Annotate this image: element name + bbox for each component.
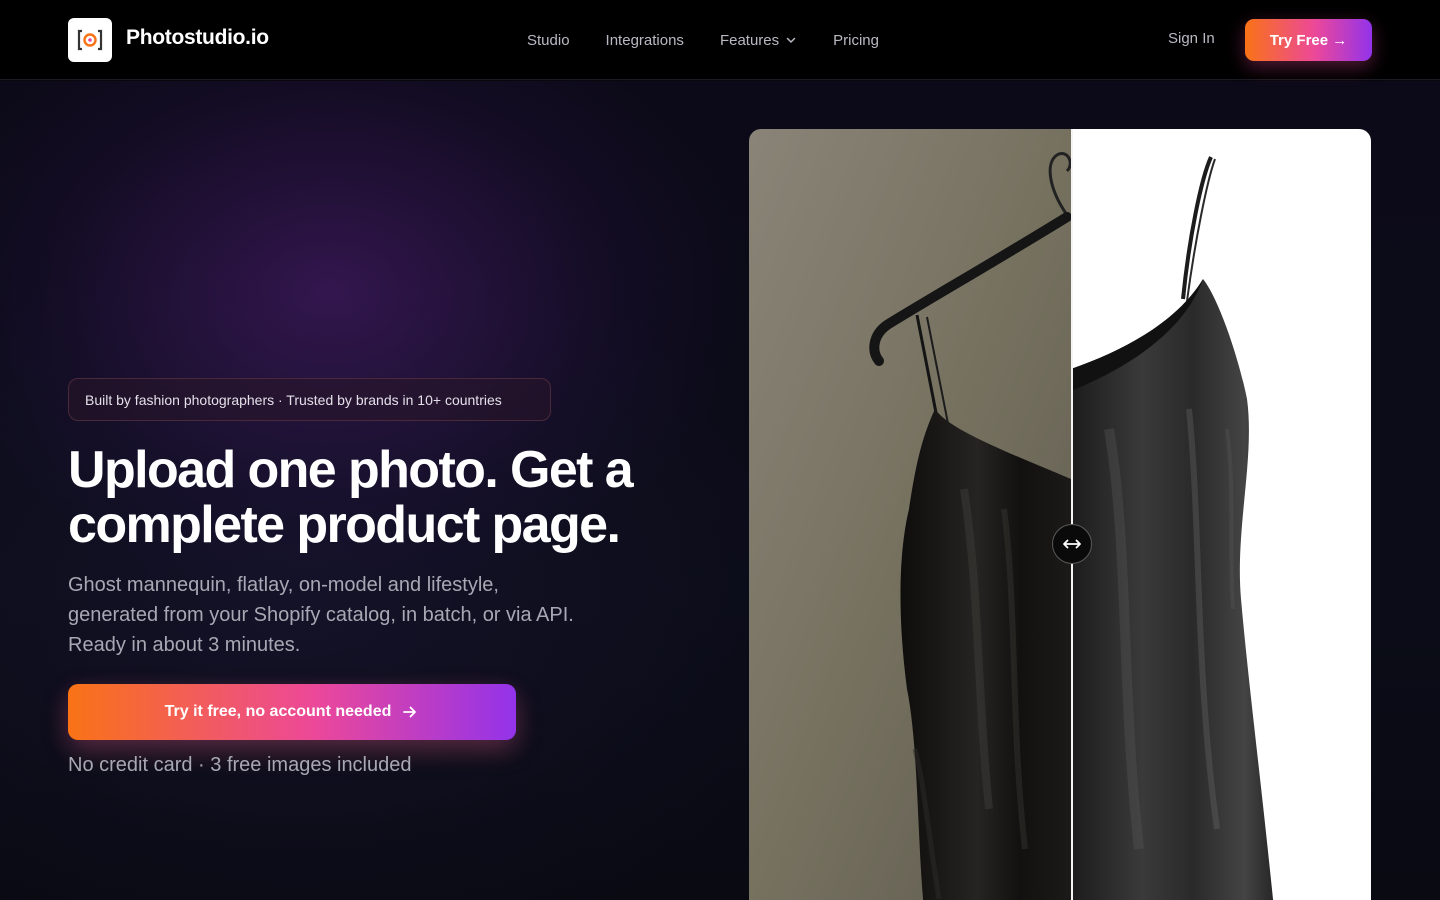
hero-headline: Upload one photo. Get a complete product… [68,443,688,553]
no-credit-card-note: No credit card · 3 free images included [68,754,412,776]
subtitle-line-2: generated from your Shopify catalog, in … [68,604,574,626]
comparison-slider-handle[interactable] [1052,524,1092,564]
nav-link-label: Studio [527,31,570,49]
left-right-arrow-icon [1063,539,1081,549]
trust-badge-text: Built by fashion photographers · Trusted… [85,391,502,408]
original-photo [749,129,1071,900]
headline-line-1: Upload one photo. Get a [68,441,634,499]
hero-subtitle: Ghost mannequin, flatlay, on-model and l… [68,570,628,660]
nav-link-pricing[interactable]: Pricing [833,32,879,49]
nav-link-label: Integrations [605,31,684,49]
nav-links: Studio Integrations Features Pricing [527,30,915,50]
nav-link-studio[interactable]: Studio [527,32,570,49]
ghost-mannequin-result [1071,129,1371,900]
try-it-free-button[interactable]: Try it free, no account needed [68,684,516,740]
subtitle-line-1: Ghost mannequin, flatlay, on-model and l… [68,574,499,596]
brand-name[interactable]: Photostudio.io [126,26,269,50]
arrow-right-icon [401,703,419,721]
nav-link-features[interactable]: Features [720,32,797,49]
nav-link-integrations[interactable]: Integrations [606,32,684,49]
subtitle-line-3: Ready in about 3 minutes. [68,634,301,656]
trust-badge: Built by fashion photographers · Trusted… [68,378,551,421]
top-nav: Photostudio.io Studio Integrations Featu… [0,0,1440,80]
chevron-down-icon [785,34,797,46]
camera-bracket-icon [77,29,103,51]
logo[interactable] [68,18,112,62]
headline-line-2: complete product page. [68,496,621,554]
before-after-comparison[interactable] [749,129,1371,900]
nav-link-label: Pricing [833,31,879,49]
cta-label: Try it free, no account needed [164,703,392,720]
sign-in-link[interactable]: Sign In [1168,30,1215,47]
try-free-button[interactable]: Try Free → [1245,19,1372,61]
comparison-divider[interactable] [1071,129,1073,900]
nav-link-label: Features [719,31,780,49]
